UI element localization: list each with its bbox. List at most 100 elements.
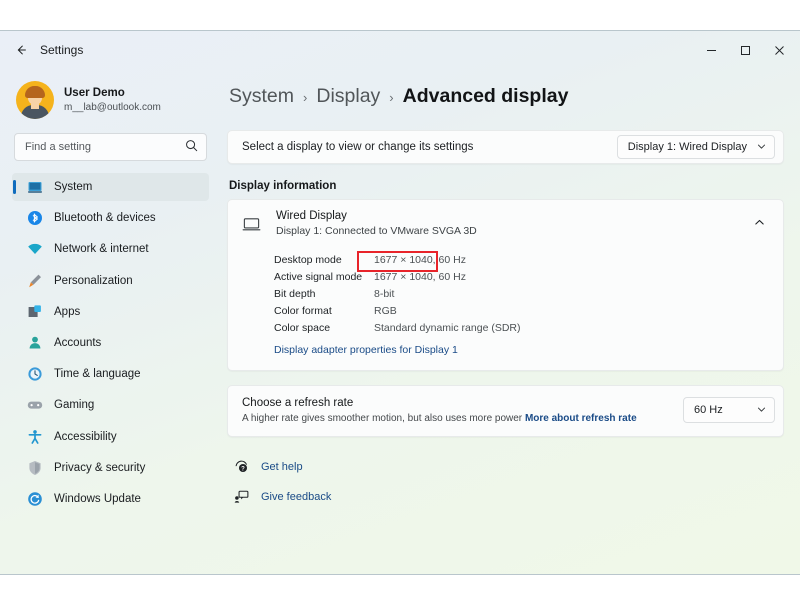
breadcrumb-display[interactable]: Display — [316, 85, 380, 108]
shield-icon — [26, 459, 43, 476]
breadcrumb: System › Display › Advanced display — [227, 85, 784, 108]
paintbrush-icon — [26, 272, 43, 289]
table-row: Desktop mode 1677 × 1040, 60 Hz — [274, 251, 783, 268]
help-icon: ? — [233, 459, 249, 474]
detail-value: 8-bit — [374, 288, 394, 300]
display-information-header[interactable]: Wired Display Display 1: Connected to VM… — [228, 200, 783, 249]
more-about-refresh-rate-link[interactable]: More about refresh rate — [525, 413, 637, 424]
close-button[interactable] — [762, 31, 796, 69]
title-bar: Settings — [0, 31, 800, 69]
refresh-rate-desc-text: A higher rate gives smoother motion, but… — [242, 413, 522, 424]
monitor-icon — [26, 179, 43, 196]
display-selector-dropdown[interactable]: Display 1: Wired Display — [617, 135, 775, 159]
account-email: m__lab@outlook.com — [64, 101, 161, 115]
display-device-subtitle: Display 1: Connected to VMware SVGA 3D — [276, 224, 742, 239]
settings-window: Settings — [0, 30, 800, 575]
breadcrumb-separator: › — [389, 90, 393, 105]
close-icon — [774, 45, 785, 56]
sidebar-item-label: Network & internet — [54, 243, 149, 255]
sidebar-item-label: Time & language — [54, 368, 141, 380]
display-adapter-name: VMware SVGA 3D — [390, 225, 476, 237]
detail-value: 1677 × 1040, 60 Hz — [374, 254, 466, 266]
accessibility-icon — [26, 428, 43, 445]
footer-links: ? Get help Give feedback — [227, 455, 784, 509]
detail-key: Color space — [274, 322, 374, 334]
sidebar-item-label: Accounts — [54, 337, 101, 349]
back-arrow-icon — [14, 43, 28, 57]
window-body: User Demo m__lab@outlook.com — [0, 69, 800, 575]
maximize-icon — [740, 45, 751, 56]
minimize-button[interactable] — [694, 31, 728, 69]
account-profile[interactable]: User Demo m__lab@outlook.com — [10, 69, 209, 129]
sidebar-item-label: System — [54, 181, 92, 193]
sidebar-item-label: Gaming — [54, 399, 94, 411]
sidebar-item-system[interactable]: System — [12, 173, 209, 201]
display-selector-value: Display 1: Wired Display — [628, 141, 747, 153]
detail-key: Color format — [274, 305, 374, 317]
give-feedback-link[interactable]: Give feedback — [233, 485, 784, 509]
sidebar-item-accounts[interactable]: Accounts — [12, 329, 209, 357]
update-icon — [26, 490, 43, 507]
table-row: Color space Standard dynamic range (SDR) — [274, 320, 783, 337]
display-selector-label: Select a display to view or change its s… — [242, 141, 473, 153]
get-help-link[interactable]: ? Get help — [233, 455, 784, 479]
display-detail-list: Desktop mode 1677 × 1040, 60 Hz Active s… — [228, 249, 783, 370]
sidebar-item-windows-update[interactable]: Windows Update — [12, 485, 209, 513]
page-title: Advanced display — [403, 85, 569, 108]
sidebar-item-gaming[interactable]: Gaming — [12, 391, 209, 419]
refresh-rate-value: 60 Hz — [694, 404, 723, 416]
sidebar-item-privacy-security[interactable]: Privacy & security — [12, 454, 209, 482]
display-subtitle-prefix: Display 1: Connected to — [276, 225, 387, 237]
maximize-button[interactable] — [728, 31, 762, 69]
sidebar-item-label: Accessibility — [54, 431, 117, 443]
avatar — [16, 81, 54, 119]
sidebar-item-time-language[interactable]: Time & language — [12, 360, 209, 388]
search-icon — [185, 139, 198, 155]
app-title: Settings — [40, 43, 83, 57]
apps-icon — [26, 303, 43, 320]
wifi-icon — [26, 241, 43, 258]
breadcrumb-separator: › — [303, 90, 307, 105]
display-information-card: Wired Display Display 1: Connected to VM… — [227, 199, 784, 371]
display-information-title: Display information — [229, 180, 784, 192]
sidebar-item-label: Bluetooth & devices — [54, 212, 156, 224]
footer-link-label: Get help — [261, 461, 303, 473]
sidebar-item-network-internet[interactable]: Network & internet — [12, 235, 209, 263]
feedback-icon — [233, 489, 249, 504]
search-input[interactable] — [25, 141, 185, 153]
detail-key: Desktop mode — [274, 254, 374, 266]
sidebar: User Demo m__lab@outlook.com — [0, 69, 219, 575]
sidebar-item-personalization[interactable]: Personalization — [12, 267, 209, 295]
detail-value: RGB — [374, 305, 397, 317]
display-selector-row: Select a display to view or change its s… — [227, 130, 784, 164]
svg-text:?: ? — [241, 467, 245, 473]
chevron-down-icon — [757, 405, 766, 416]
sidebar-item-label: Apps — [54, 306, 80, 318]
detail-key: Active signal mode — [274, 271, 374, 283]
chevron-up-icon[interactable] — [754, 217, 771, 231]
breadcrumb-system[interactable]: System — [229, 85, 294, 108]
search-box[interactable] — [14, 133, 207, 161]
sidebar-item-apps[interactable]: Apps — [12, 298, 209, 326]
sidebar-item-label: Privacy & security — [54, 462, 145, 474]
display-adapter-properties-link[interactable]: Display adapter properties for Display 1 — [274, 344, 458, 356]
main-content: System › Display › Advanced display Sele… — [219, 69, 800, 575]
footer-link-label: Give feedback — [261, 491, 331, 503]
back-button[interactable] — [6, 37, 36, 63]
bluetooth-icon — [26, 210, 43, 227]
window-controls — [694, 31, 800, 69]
table-row: Active signal mode 1677 × 1040, 60 Hz — [274, 268, 783, 285]
detail-key: Bit depth — [274, 288, 374, 300]
refresh-rate-description: A higher rate gives smoother motion, but… — [242, 411, 637, 426]
person-icon — [26, 334, 43, 351]
sidebar-nav: System Bluetooth & devices — [10, 173, 209, 513]
sidebar-item-accessibility[interactable]: Accessibility — [12, 423, 209, 451]
table-row: Bit depth 8-bit — [274, 285, 783, 302]
refresh-rate-title: Choose a refresh rate — [242, 395, 637, 411]
sidebar-item-bluetooth-devices[interactable]: Bluetooth & devices — [12, 204, 209, 232]
clock-icon — [26, 366, 43, 383]
account-name: User Demo — [64, 86, 161, 101]
refresh-rate-dropdown[interactable]: 60 Hz — [683, 397, 775, 423]
gamepad-icon — [26, 397, 43, 414]
sidebar-item-label: Personalization — [54, 275, 133, 287]
